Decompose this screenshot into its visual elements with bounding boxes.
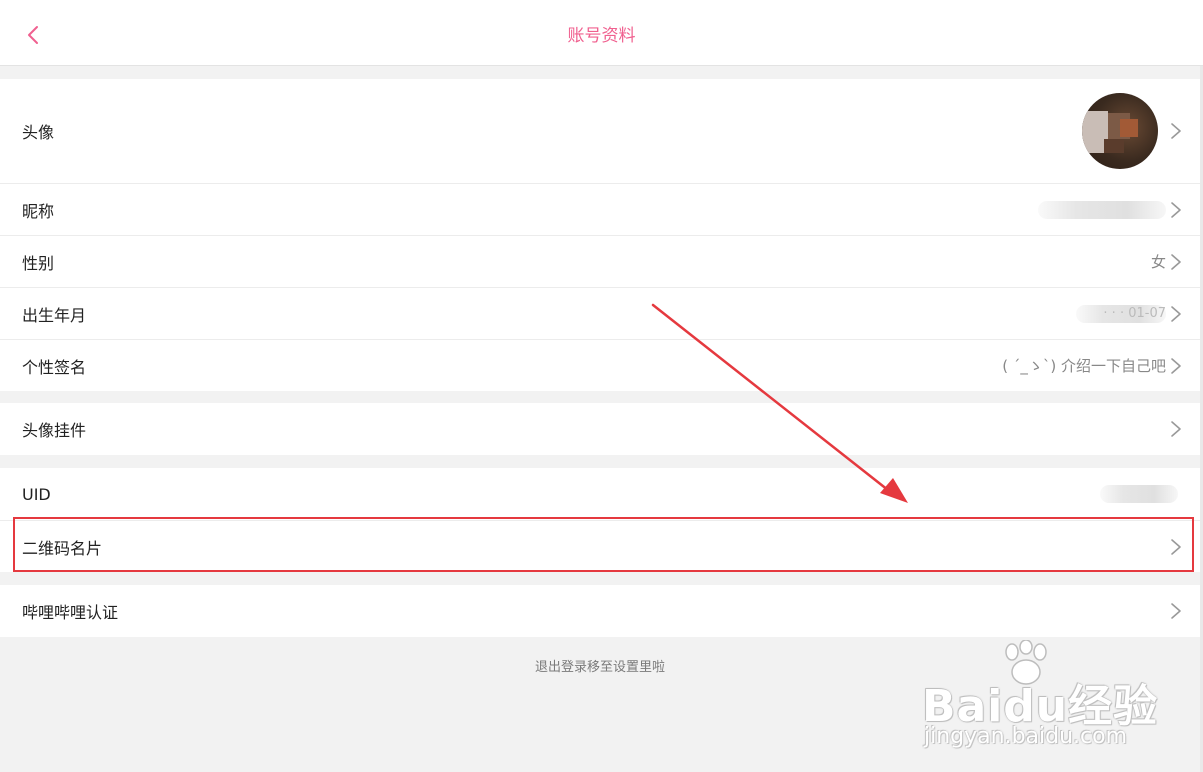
signature-row[interactable]: 个性签名 ( ´_ゝ`) 介绍一下自己吧 — [0, 339, 1200, 391]
watermark-brand: Baidu经验 — [922, 681, 1159, 732]
avatar-pendant-label: 头像挂件 — [22, 421, 87, 440]
signature-value: ( ´_ゝ`) 介绍一下自己吧 — [1002, 357, 1166, 375]
uid-value — [1100, 468, 1178, 520]
qr-card-label: 二维码名片 — [22, 538, 103, 558]
nav-header: 账号资料 — [0, 0, 1203, 66]
blurred-uid — [1100, 485, 1178, 503]
cert-group: 哔哩哔哩认证 — [0, 585, 1200, 637]
birthday-label: 出生年月 — [22, 305, 87, 325]
avatar-row[interactable]: 头像 — [0, 79, 1200, 183]
chevron-right-icon — [1171, 357, 1181, 374]
pendant-group: 头像挂件 — [0, 403, 1200, 455]
chevron-right-icon — [1171, 305, 1181, 322]
logout-note: 退出登录移至设置里啦 — [534, 660, 665, 675]
bilibili-cert-label: 哔哩哔哩认证 — [22, 603, 119, 622]
gender-value: 女 — [1150, 253, 1166, 271]
qr-card-row[interactable]: 二维码名片 — [0, 520, 1200, 572]
id-group: UID 二维码名片 — [0, 468, 1200, 572]
blurred-nickname — [1038, 200, 1166, 219]
chevron-right-icon — [1171, 253, 1181, 270]
profile-group: 头像 昵称 性别 女 出生年月 · · · 01-07 个性签名 (´_ゝ`)… — [0, 79, 1200, 391]
watermark-url: jingyan.baidu.com — [924, 724, 1128, 749]
chevron-right-icon — [1171, 421, 1181, 437]
nickname-value — [1038, 184, 1166, 235]
avatar-pendant-row[interactable]: 头像挂件 — [0, 403, 1200, 455]
birthday-row[interactable]: 出生年月 · · · 01-07 — [0, 287, 1200, 339]
bilibili-cert-row[interactable]: 哔哩哔哩认证 — [0, 585, 1200, 637]
gender-row[interactable]: 性别 女 — [0, 235, 1200, 287]
gender-label: 性别 — [22, 253, 55, 273]
chevron-right-icon — [1171, 201, 1181, 218]
chevron-right-icon — [1171, 123, 1181, 139]
birthday-text: · · · 01-07 — [1103, 306, 1166, 321]
nickname-row[interactable]: 昵称 — [0, 183, 1200, 235]
avatar-label: 头像 — [22, 123, 55, 142]
avatar — [1082, 93, 1158, 169]
nickname-label: 昵称 — [22, 201, 55, 221]
birthday-value: · · · 01-07 — [1076, 288, 1166, 339]
chevron-right-icon — [1171, 538, 1181, 555]
chevron-right-icon — [1171, 603, 1181, 619]
uid-label: UID — [22, 484, 51, 504]
page-title: 账号资料 — [567, 26, 636, 46]
uid-row: UID — [0, 468, 1200, 520]
signature-label: 个性签名 — [22, 357, 87, 377]
